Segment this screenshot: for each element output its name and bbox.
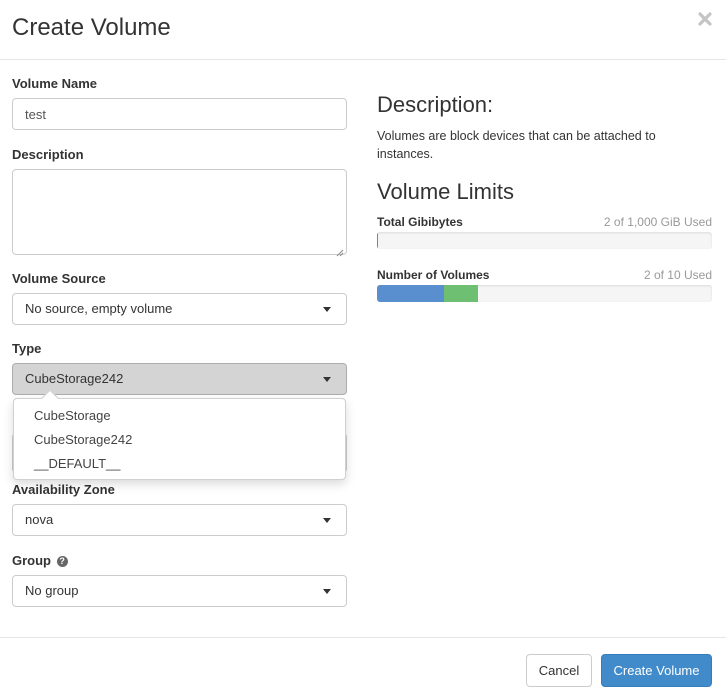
type-label: Type xyxy=(12,341,42,356)
type-option-cubestorage242[interactable]: CubeStorage242 xyxy=(34,432,132,447)
volume-name-input[interactable] xyxy=(12,98,347,130)
modal-header: Create Volume xyxy=(0,0,726,60)
volume-limits-title: Volume Limits xyxy=(377,179,514,204)
group-label: Group ? xyxy=(12,553,68,568)
group-select[interactable]: No group xyxy=(12,575,347,607)
volume-source-select[interactable]: No source, empty volume xyxy=(12,293,347,325)
type-value: CubeStorage242 xyxy=(25,371,124,386)
description-panel-title: Description: xyxy=(377,92,494,117)
progress-bar-new xyxy=(444,285,478,302)
volume-name-label: Volume Name xyxy=(12,76,98,91)
progress-volumes xyxy=(377,285,712,302)
limit-used-gibibytes: 2 of 1,000 GiB Used xyxy=(603,215,712,229)
type-dropdown-menu: CubeStorage CubeStorage242 __DEFAULT__ xyxy=(13,389,346,480)
limit-used-volumes: 2 of 10 Used xyxy=(643,268,712,282)
group-label-text: Group xyxy=(12,553,51,568)
caret-down-icon xyxy=(323,307,331,312)
question-circle-icon[interactable]: ? xyxy=(56,556,68,567)
description-panel-text: Volumes are block devices that can be at… xyxy=(377,129,656,161)
progress-bar-used xyxy=(377,285,444,302)
caret-down-icon xyxy=(323,589,331,594)
description-textarea[interactable] xyxy=(12,169,347,257)
type-option-default[interactable]: __DEFAULT__ xyxy=(34,456,120,471)
progress-gibibytes xyxy=(377,232,712,249)
caret-down-icon xyxy=(323,518,331,523)
volume-source-value: No source, empty volume xyxy=(25,301,173,316)
limit-label-volumes: Number of Volumes xyxy=(377,268,490,282)
close-icon[interactable] xyxy=(697,10,713,28)
type-select[interactable]: CubeStorage242 xyxy=(12,363,347,395)
group-value: No group xyxy=(25,583,79,598)
modal-title: Create Volume xyxy=(12,14,171,41)
type-option-cubestorage[interactable]: CubeStorage xyxy=(34,408,111,423)
caret-down-icon xyxy=(323,377,331,382)
availability-zone-value: nova xyxy=(25,512,54,527)
cancel-button[interactable]: Cancel xyxy=(526,654,592,687)
modal-footer: Cancel Create Volume xyxy=(0,637,726,698)
availability-zone-select[interactable]: nova xyxy=(12,504,347,536)
create-volume-modal: Create Volume Volume Name Description Vo… xyxy=(0,0,726,698)
resize-grip-icon[interactable] xyxy=(336,244,344,257)
create-volume-button[interactable]: Create Volume xyxy=(601,654,712,687)
progress-bar-used xyxy=(377,232,378,249)
volume-source-label: Volume Source xyxy=(12,271,106,286)
limit-label-gibibytes: Total Gibibytes xyxy=(377,215,463,229)
description-label: Description xyxy=(12,147,84,162)
availability-zone-label: Availability Zone xyxy=(12,482,115,497)
